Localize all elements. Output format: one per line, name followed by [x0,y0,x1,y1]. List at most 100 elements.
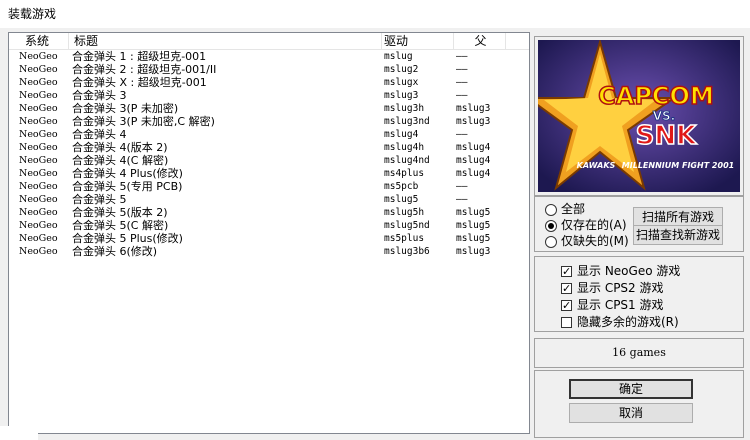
svg-text:CAPCOM: CAPCOM [598,82,714,110]
row-parent: —— [456,64,468,75]
row-parent: —— [456,129,468,140]
row-parent: mslug4 [456,142,491,153]
svg-text:KAWAKS: KAWAKS [577,161,616,170]
title-bar: 装载游戏 [0,0,750,29]
hide-extra-checkbox[interactable] [561,317,572,328]
radio-missing[interactable]: 仅缺失的(M) [545,233,629,249]
ok-button[interactable]: 确定 [569,379,693,399]
row-system: NeoGeo [19,129,58,140]
game-row[interactable]: NeoGeo 合金弹头 4 mslug4 —— [9,128,529,141]
column-header-parent[interactable]: 父 [454,33,506,49]
game-row[interactable]: NeoGeo 合金弹头 2 : 超级坦克-001/II mslug2 —— [9,63,529,76]
game-row[interactable]: NeoGeo 合金弹头 4 Plus(修改) ms4plus mslug4 [9,167,529,180]
show-cps2-option[interactable]: 显示 CPS2 游戏 [561,280,664,297]
game-row[interactable]: NeoGeo 合金弹头 1 : 超级坦克-001 mslug —— [9,50,529,63]
show-neogeo-label: 显示 NeoGeo 游戏 [577,264,681,278]
row-system: NeoGeo [19,77,58,88]
background-window-edge [0,426,38,440]
row-driver: mslug4 [384,129,419,140]
row-system: NeoGeo [19,168,58,179]
row-title: 合金弹头 5(版本 2) [72,206,168,219]
game-row[interactable]: NeoGeo 合金弹头 5(版本 2) mslug5h mslug5 [9,206,529,219]
show-cps1-checkbox[interactable] [561,298,572,314]
radio-existing[interactable]: 仅存在的(A) [545,217,627,233]
row-driver: mslugx [384,77,419,88]
column-header-driver[interactable]: 驱动 [382,33,454,49]
row-system: NeoGeo [19,116,58,127]
row-driver: mslug3h [384,103,425,114]
row-driver: mslug5h [384,207,425,218]
game-preview: CAPCOM VS. SNK KAWAKS MILLENNIUM FIGHT 2… [534,36,744,196]
row-system: NeoGeo [19,142,58,153]
game-row[interactable]: NeoGeo 合金弹头 3(P 未加密) mslug3h mslug3 [9,102,529,115]
column-header-title[interactable]: 标题 [69,33,382,49]
row-driver: mslug3b6 [384,246,430,257]
radio-existing-indicator[interactable] [545,219,557,232]
game-row[interactable]: NeoGeo 合金弹头 3 mslug3 —— [9,89,529,102]
row-driver: ms5plus [384,233,425,244]
radio-missing-indicator[interactable] [545,235,557,248]
scan-all-button[interactable]: 扫描所有游戏 [633,207,723,227]
filter-group: 全部 仅存在的(A) 仅缺失的(M) 扫描所有游戏 扫描查找新游戏 [534,196,744,252]
row-parent: mslug5 [456,207,491,218]
svg-text:SNK: SNK [636,121,697,151]
row-system: NeoGeo [19,194,58,205]
row-title: 合金弹头 4(版本 2) [72,141,168,154]
row-parent: —— [456,181,468,192]
cancel-button[interactable]: 取消 [569,403,693,423]
game-row[interactable]: NeoGeo 合金弹头 4(C 解密) mslug4nd mslug4 [9,154,529,167]
show-neogeo-option[interactable]: 显示 NeoGeo 游戏 [561,263,681,280]
hide-extra-label: 隐藏多余的游戏(R) [577,315,679,329]
row-parent: —— [456,77,468,88]
row-driver: mslug3 [384,90,419,101]
game-row[interactable]: NeoGeo 合金弹头 5(专用 PCB) ms5pcb —— [9,180,529,193]
show-neogeo-checkbox[interactable] [561,264,572,280]
show-cps2-label: 显示 CPS2 游戏 [577,281,664,295]
row-parent: mslug3 [456,103,491,114]
game-row[interactable]: NeoGeo 合金弹头 5 mslug5 —— [9,193,529,206]
row-title: 合金弹头 2 : 超级坦克-001/II [72,63,217,76]
display-options-group: 显示 NeoGeo 游戏 显示 CPS2 游戏 显示 CPS1 游戏 隐藏多余的… [534,256,744,332]
game-list[interactable]: 系统 标题 驱动 父 NeoGeo 合金弹头 1 : 超级坦克-001 mslug —… [8,32,530,434]
row-parent: —— [456,90,468,101]
row-driver: mslug2 [384,64,419,75]
show-cps2-checkbox[interactable] [561,281,572,297]
row-system: NeoGeo [19,181,58,192]
row-title: 合金弹头 3(P 未加密) [72,102,179,115]
row-title: 合金弹头 5 Plus(修改) [72,232,183,245]
game-row[interactable]: NeoGeo 合金弹头 6(修改) mslug3b6 mslug3 [9,245,529,258]
row-driver: mslug4h [384,142,425,153]
status-group: 16 games [534,338,744,368]
hide-extra-option[interactable]: 隐藏多余的游戏(R) [561,314,679,330]
radio-all[interactable]: 全部 [545,201,585,217]
radio-all-indicator[interactable] [545,203,557,216]
row-title: 合金弹头 5(专用 PCB) [72,180,183,193]
row-driver: mslug3nd [384,116,430,127]
game-count: 16 games [612,346,666,359]
game-row[interactable]: NeoGeo 合金弹头 5(C 解密) mslug5nd mslug5 [9,219,529,232]
row-parent: mslug4 [456,168,491,179]
row-title: 合金弹头 4(C 解密) [72,154,169,167]
row-parent: mslug3 [456,116,491,127]
radio-existing-label: 仅存在的(A) [561,218,627,232]
row-title: 合金弹头 1 : 超级坦克-001 [72,50,207,63]
row-system: NeoGeo [19,103,58,114]
scan-new-button[interactable]: 扫描查找新游戏 [633,225,723,245]
row-title: 合金弹头 5 [72,193,127,206]
column-header-system[interactable]: 系统 [9,33,69,49]
row-parent: —— [456,194,468,205]
row-title: 合金弹头 X : 超级坦克-001 [72,76,207,89]
svg-text:MILLENNIUM FIGHT 2001: MILLENNIUM FIGHT 2001 [622,161,734,170]
row-parent: mslug5 [456,220,491,231]
radio-missing-label: 仅缺失的(M) [561,234,629,248]
row-system: NeoGeo [19,233,58,244]
row-system: NeoGeo [19,155,58,166]
row-driver: mslug [384,51,413,62]
game-row[interactable]: NeoGeo 合金弹头 3(P 未加密,C 解密) mslug3nd mslug3 [9,115,529,128]
game-row[interactable]: NeoGeo 合金弹头 5 Plus(修改) ms5plus mslug5 [9,232,529,245]
row-parent: mslug3 [456,246,491,257]
radio-all-label: 全部 [561,202,586,216]
game-row[interactable]: NeoGeo 合金弹头 4(版本 2) mslug4h mslug4 [9,141,529,154]
show-cps1-option[interactable]: 显示 CPS1 游戏 [561,297,664,314]
game-row[interactable]: NeoGeo 合金弹头 X : 超级坦克-001 mslugx —— [9,76,529,89]
